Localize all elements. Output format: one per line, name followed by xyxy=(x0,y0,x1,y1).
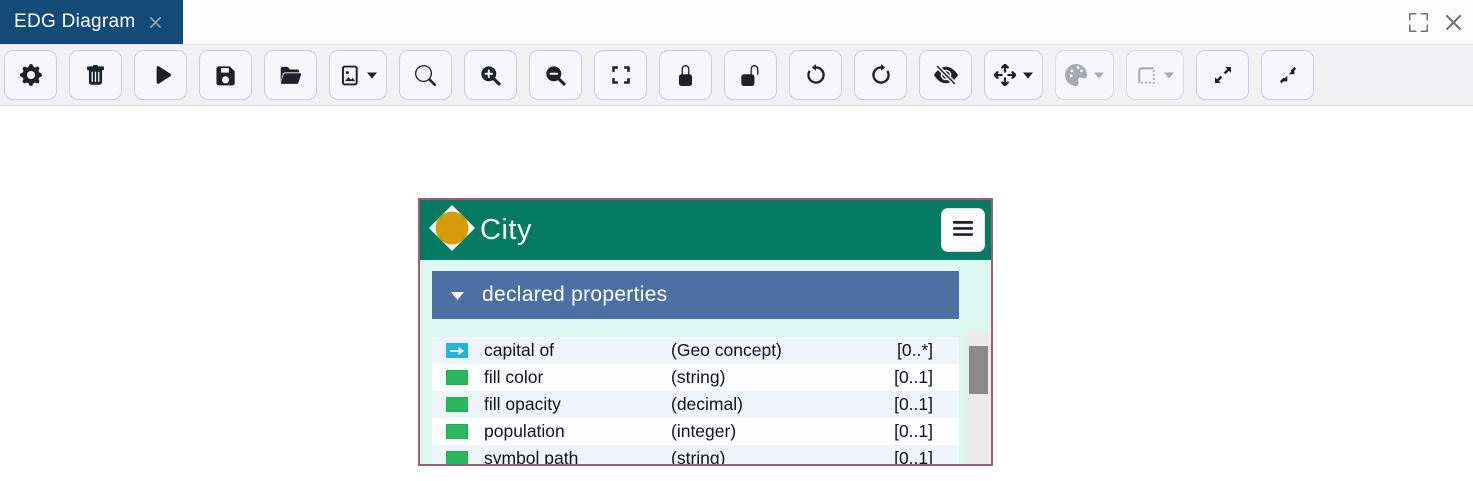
triangle-down-icon xyxy=(450,283,465,307)
zoom-out-icon xyxy=(545,65,566,86)
fullscreen-icon xyxy=(611,65,631,85)
zoom-out-button[interactable] xyxy=(529,50,582,100)
palette-button xyxy=(1055,50,1114,100)
diagram-canvas[interactable]: City declared properties capital of (Geo… xyxy=(0,106,1473,481)
trash-icon xyxy=(85,65,106,86)
section-declared-properties[interactable]: declared properties xyxy=(432,271,959,319)
tab-title: EDG Diagram xyxy=(14,11,136,33)
attribute-icon xyxy=(446,451,468,466)
property-cardinality: [0..1] xyxy=(861,448,959,466)
move-button[interactable] xyxy=(984,50,1043,100)
hamburger-icon xyxy=(952,220,974,240)
collapse-button[interactable] xyxy=(1261,50,1314,100)
property-type: (string) xyxy=(671,367,861,388)
property-row[interactable]: fill color (string) [0..1] xyxy=(432,364,959,391)
undo-icon xyxy=(805,64,827,86)
chevron-down-icon xyxy=(1094,72,1104,79)
unlock-icon xyxy=(740,65,761,86)
gear-icon xyxy=(20,64,42,86)
save-floppy-icon xyxy=(215,65,236,86)
property-row[interactable]: fill opacity (decimal) [0..1] xyxy=(432,391,959,418)
property-type: (integer) xyxy=(671,421,861,442)
vertical-scrollbar[interactable] xyxy=(967,331,990,466)
property-name: fill color xyxy=(484,367,671,388)
section-label: declared properties xyxy=(482,283,667,307)
search-icon xyxy=(415,65,436,86)
property-name: symbol path xyxy=(484,448,671,466)
diamond-circle-icon xyxy=(426,202,478,259)
node-header[interactable]: City xyxy=(420,200,991,260)
property-name: population xyxy=(484,421,671,442)
property-cardinality: [0..*] xyxy=(861,340,959,361)
folder-open-icon xyxy=(279,64,302,87)
arrows-expand-icon xyxy=(1213,65,1233,85)
run-button[interactable] xyxy=(134,50,187,100)
expand-button[interactable] xyxy=(1196,50,1249,100)
save-button[interactable] xyxy=(199,50,252,100)
tab-close-icon[interactable] xyxy=(148,15,163,30)
zoom-in-button[interactable] xyxy=(464,50,517,100)
file-image-icon xyxy=(339,65,360,86)
search-button[interactable] xyxy=(399,50,452,100)
lock-button[interactable] xyxy=(659,50,712,100)
arrows-move-icon xyxy=(994,64,1016,86)
palette-icon xyxy=(1065,64,1087,86)
scrollbar-thumb[interactable] xyxy=(969,346,988,394)
chevron-down-icon xyxy=(1023,72,1033,79)
delete-button[interactable] xyxy=(69,50,122,100)
play-icon xyxy=(150,64,172,86)
undo-button[interactable] xyxy=(789,50,842,100)
attribute-icon xyxy=(446,397,468,412)
redo-icon xyxy=(870,64,892,86)
zoom-in-icon xyxy=(480,65,501,86)
node-title: City xyxy=(480,214,532,247)
property-row[interactable]: capital of (Geo concept) [0..*] xyxy=(432,337,959,364)
node-menu-button[interactable] xyxy=(941,208,985,252)
property-type: (string) xyxy=(671,448,861,466)
property-row[interactable]: population (integer) [0..1] xyxy=(432,418,959,445)
node-body: declared properties capital of (Geo conc… xyxy=(420,260,991,466)
relation-arrow-icon xyxy=(446,343,468,358)
fit-view-button[interactable] xyxy=(594,50,647,100)
hide-button[interactable] xyxy=(919,50,972,100)
chevron-down-icon xyxy=(367,72,377,79)
close-icon[interactable] xyxy=(1444,13,1463,32)
eye-slash-icon xyxy=(934,63,958,87)
selection-style-button xyxy=(1126,50,1184,100)
window-controls xyxy=(1409,0,1463,45)
property-row[interactable]: symbol path (string) [0..1] xyxy=(432,445,959,466)
dashed-rect-icon xyxy=(1136,65,1157,86)
unlock-button[interactable] xyxy=(724,50,777,100)
property-cardinality: [0..1] xyxy=(861,367,959,388)
property-type: (decimal) xyxy=(671,394,861,415)
tab-bar: EDG Diagram xyxy=(0,0,1473,45)
tab-edg-diagram[interactable]: EDG Diagram xyxy=(0,0,183,44)
redo-button[interactable] xyxy=(854,50,907,100)
property-name: fill opacity xyxy=(484,394,671,415)
arrows-collapse-icon xyxy=(1278,65,1298,85)
export-image-button[interactable] xyxy=(329,50,387,100)
property-type: (Geo concept) xyxy=(671,340,861,361)
property-cardinality: [0..1] xyxy=(861,394,959,415)
settings-button[interactable] xyxy=(4,50,57,100)
attribute-icon xyxy=(446,370,468,385)
property-cardinality: [0..1] xyxy=(861,421,959,442)
property-list: capital of (Geo concept) [0..*] fill col… xyxy=(432,337,959,466)
lock-icon xyxy=(675,65,696,86)
toolbar xyxy=(0,45,1473,106)
maximize-icon[interactable] xyxy=(1409,13,1428,32)
property-name: capital of xyxy=(484,340,671,361)
class-node-city[interactable]: City declared properties capital of (Geo… xyxy=(418,198,993,466)
open-button[interactable] xyxy=(264,50,317,100)
chevron-down-icon xyxy=(1164,72,1174,79)
attribute-icon xyxy=(446,424,468,439)
